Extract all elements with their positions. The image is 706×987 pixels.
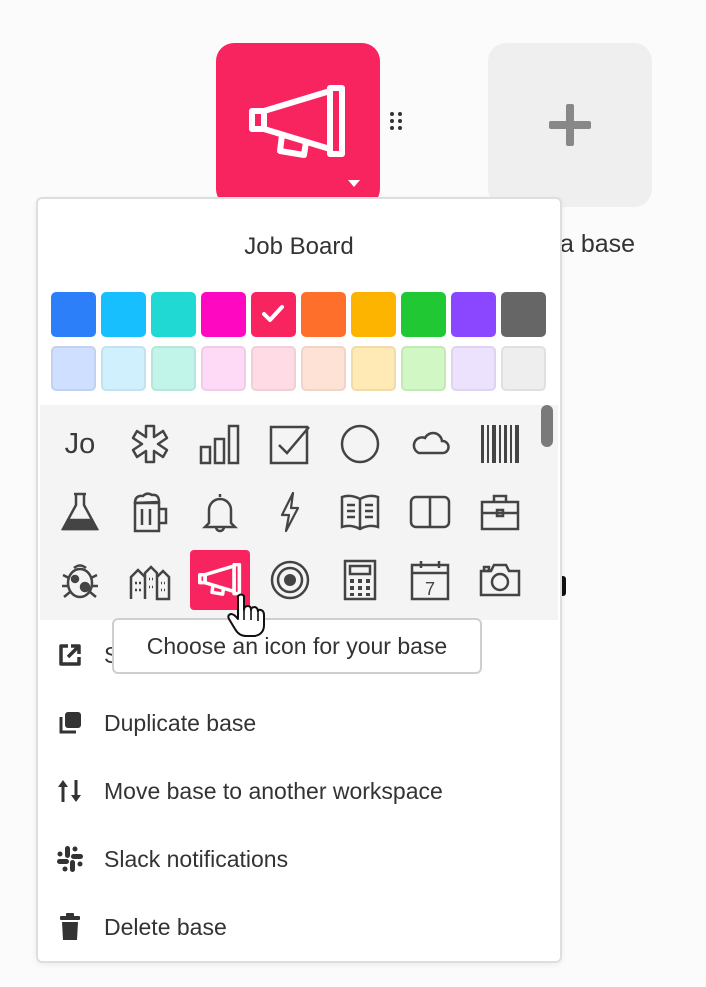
color-swatch-light-teal[interactable]: [151, 346, 196, 391]
barcode-icon: [481, 425, 519, 463]
delete-base-label: Delete base: [104, 913, 227, 940]
base-icon-tile[interactable]: [216, 43, 380, 207]
icon-option-flask[interactable]: [50, 482, 110, 542]
color-swatch-light-gray[interactable]: [501, 346, 546, 391]
icon-option-bug[interactable]: [50, 550, 110, 610]
beer-mug-icon: [133, 492, 168, 533]
icon-grid-scrollbar[interactable]: [541, 405, 553, 447]
icon-option-briefcase[interactable]: [470, 482, 530, 542]
icon-option-circle[interactable]: [330, 414, 390, 474]
color-swatch-light-cyan[interactable]: [101, 346, 146, 391]
icon-option-calculator[interactable]: [330, 550, 390, 610]
duplicate-icon: [56, 709, 84, 737]
target-icon: [270, 560, 310, 600]
icon-option-lightning[interactable]: [260, 482, 320, 542]
color-swatch-yellow[interactable]: [351, 292, 396, 337]
trash-icon: [56, 913, 84, 941]
icon-option-book-closed[interactable]: [400, 482, 460, 542]
icon-option-beer-mug[interactable]: [120, 482, 180, 542]
icon-option-bell[interactable]: [190, 482, 250, 542]
add-base-label: a base: [560, 230, 636, 258]
calculator-icon: [343, 559, 377, 601]
checkbox-icon: [269, 425, 310, 465]
hand-cursor-icon: [227, 593, 265, 637]
calendar-icon: 7: [410, 561, 450, 601]
book-open-icon: [340, 494, 380, 531]
icon-option-target[interactable]: [260, 550, 320, 610]
delete-base-item[interactable]: Delete base: [56, 903, 546, 951]
color-swatch-cyan[interactable]: [101, 292, 146, 337]
share-external-icon: [56, 641, 84, 669]
color-swatch-purple[interactable]: [451, 292, 496, 337]
checkmark-icon: [262, 305, 284, 322]
color-swatch-teal[interactable]: [151, 292, 196, 337]
color-swatch-light-green[interactable]: [401, 346, 446, 391]
lightning-icon: [280, 491, 300, 533]
chevron-down-icon[interactable]: [348, 180, 360, 187]
move-base-label: Move base to another workspace: [104, 777, 443, 804]
color-swatch-blue[interactable]: [51, 292, 96, 337]
icon-option-text[interactable]: Jo: [50, 414, 110, 474]
book-closed-icon: [409, 495, 451, 529]
icon-option-buildings[interactable]: [120, 550, 180, 610]
briefcase-icon: [480, 494, 520, 531]
base-name-title[interactable]: Job Board: [38, 233, 560, 261]
slack-notifications-item[interactable]: Slack notifications: [56, 835, 546, 883]
icon-option-cloud[interactable]: [400, 414, 460, 474]
icon-option-asterisk[interactable]: [120, 414, 180, 474]
color-swatch-light-yellow[interactable]: [351, 346, 396, 391]
add-base-button[interactable]: [488, 43, 652, 207]
drag-handle-icon[interactable]: [388, 110, 406, 134]
bug-icon: [62, 564, 98, 599]
asterisk-icon: [131, 424, 169, 464]
color-swatch-red-selected[interactable]: [251, 292, 296, 337]
icon-tooltip: Choose an icon for your base: [112, 618, 482, 674]
bell-icon: [201, 494, 239, 533]
flask-icon: [60, 492, 100, 531]
text-initials: Jo: [64, 427, 96, 460]
color-swatch-green[interactable]: [401, 292, 446, 337]
icon-picker-grid: Jo 7: [40, 405, 558, 620]
icon-option-checkbox[interactable]: [260, 414, 320, 474]
icon-option-book-open[interactable]: [330, 482, 390, 542]
icon-option-bar-chart[interactable]: [190, 414, 250, 474]
move-base-item[interactable]: Move base to another workspace: [56, 767, 546, 815]
color-swatch-gray[interactable]: [501, 292, 546, 337]
base-customize-menu: Job Board Jo 7 Duplicate base Move base …: [36, 197, 562, 963]
circle-icon: [340, 424, 380, 464]
slack-icon: [56, 845, 84, 873]
calendar-day: 7: [425, 579, 435, 599]
icon-option-calendar[interactable]: 7: [400, 550, 460, 610]
icon-option-barcode[interactable]: [470, 414, 530, 474]
color-swatch-light-orange[interactable]: [301, 346, 346, 391]
buildings-icon: [129, 565, 171, 601]
megaphone-icon: [249, 85, 345, 158]
camera-icon: [479, 563, 521, 597]
icon-option-camera[interactable]: [470, 550, 530, 610]
plus-icon: [549, 104, 591, 146]
bar-chart-icon: [199, 424, 240, 465]
move-arrows-icon: [56, 777, 84, 805]
cloud-icon: [412, 431, 450, 455]
color-swatch-light-blue[interactable]: [51, 346, 96, 391]
slack-notifications-label: Slack notifications: [104, 845, 289, 872]
color-swatch-orange[interactable]: [301, 292, 346, 337]
color-swatch-light-red[interactable]: [251, 346, 296, 391]
color-swatch-light-pink[interactable]: [201, 346, 246, 391]
color-swatch-pink[interactable]: [201, 292, 246, 337]
color-swatch-light-purple[interactable]: [451, 346, 496, 391]
duplicate-base-label: Duplicate base: [104, 709, 257, 736]
duplicate-base-item[interactable]: Duplicate base: [56, 699, 546, 747]
